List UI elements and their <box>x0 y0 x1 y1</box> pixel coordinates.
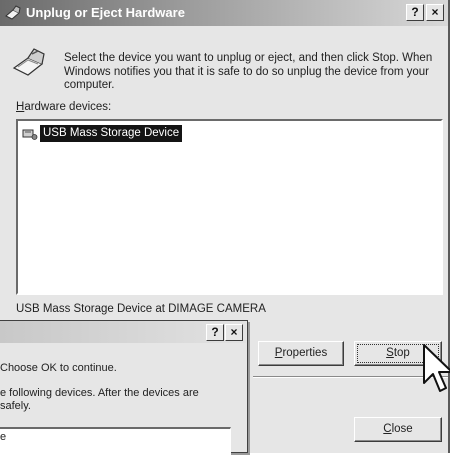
stop-mnemonic: S <box>386 347 394 359</box>
close-button[interactable]: Close <box>354 417 442 442</box>
device-status-text: USB Mass Storage Device at DIMAGE CAMERA <box>16 303 266 315</box>
eject-hardware-icon <box>5 5 21 20</box>
divider <box>253 376 448 378</box>
properties-button[interactable]: Properties <box>258 341 344 366</box>
dialog2-close-button[interactable]: × <box>225 324 243 341</box>
list-item: e <box>0 431 7 443</box>
dialog2-help-button[interactable]: ? <box>206 324 224 341</box>
dialog2-message-line2: safely. <box>0 400 31 412</box>
close-label: lose <box>391 423 413 435</box>
stop-label: top <box>393 347 410 359</box>
help-button[interactable]: ? <box>406 4 424 21</box>
instructions-text: Select the device you want to unplug or … <box>64 52 433 91</box>
close-window-button[interactable]: × <box>426 4 444 21</box>
device-label: USB Mass Storage Device <box>40 125 183 142</box>
close-mnemonic: C <box>383 423 392 435</box>
hardware-label-rest: ardware devices: <box>24 101 112 113</box>
hardware-devices-label: Hardware devices: <box>16 101 111 113</box>
usb-device-icon <box>22 129 38 140</box>
dialog2-instruction: Choose OK to continue. <box>0 362 117 374</box>
hardware-devices-list[interactable]: USB Mass Storage Device <box>16 119 443 295</box>
title-bar: Unplug or Eject Hardware ? × <box>0 0 448 26</box>
window-title: Unplug or Eject Hardware <box>26 5 185 20</box>
properties-label: roperties <box>282 347 328 359</box>
dialog2-message-line1: e following devices. After the devices a… <box>0 387 199 399</box>
dialog2-message: e following devices. After the devices a… <box>0 387 199 413</box>
hardware-icon <box>12 48 45 76</box>
dialog2-title-bar: ? × <box>0 321 246 343</box>
confirm-devices-dialog: ? × Choose OK to continue. e following d… <box>0 320 248 457</box>
mouse-pointer-icon <box>423 344 450 392</box>
